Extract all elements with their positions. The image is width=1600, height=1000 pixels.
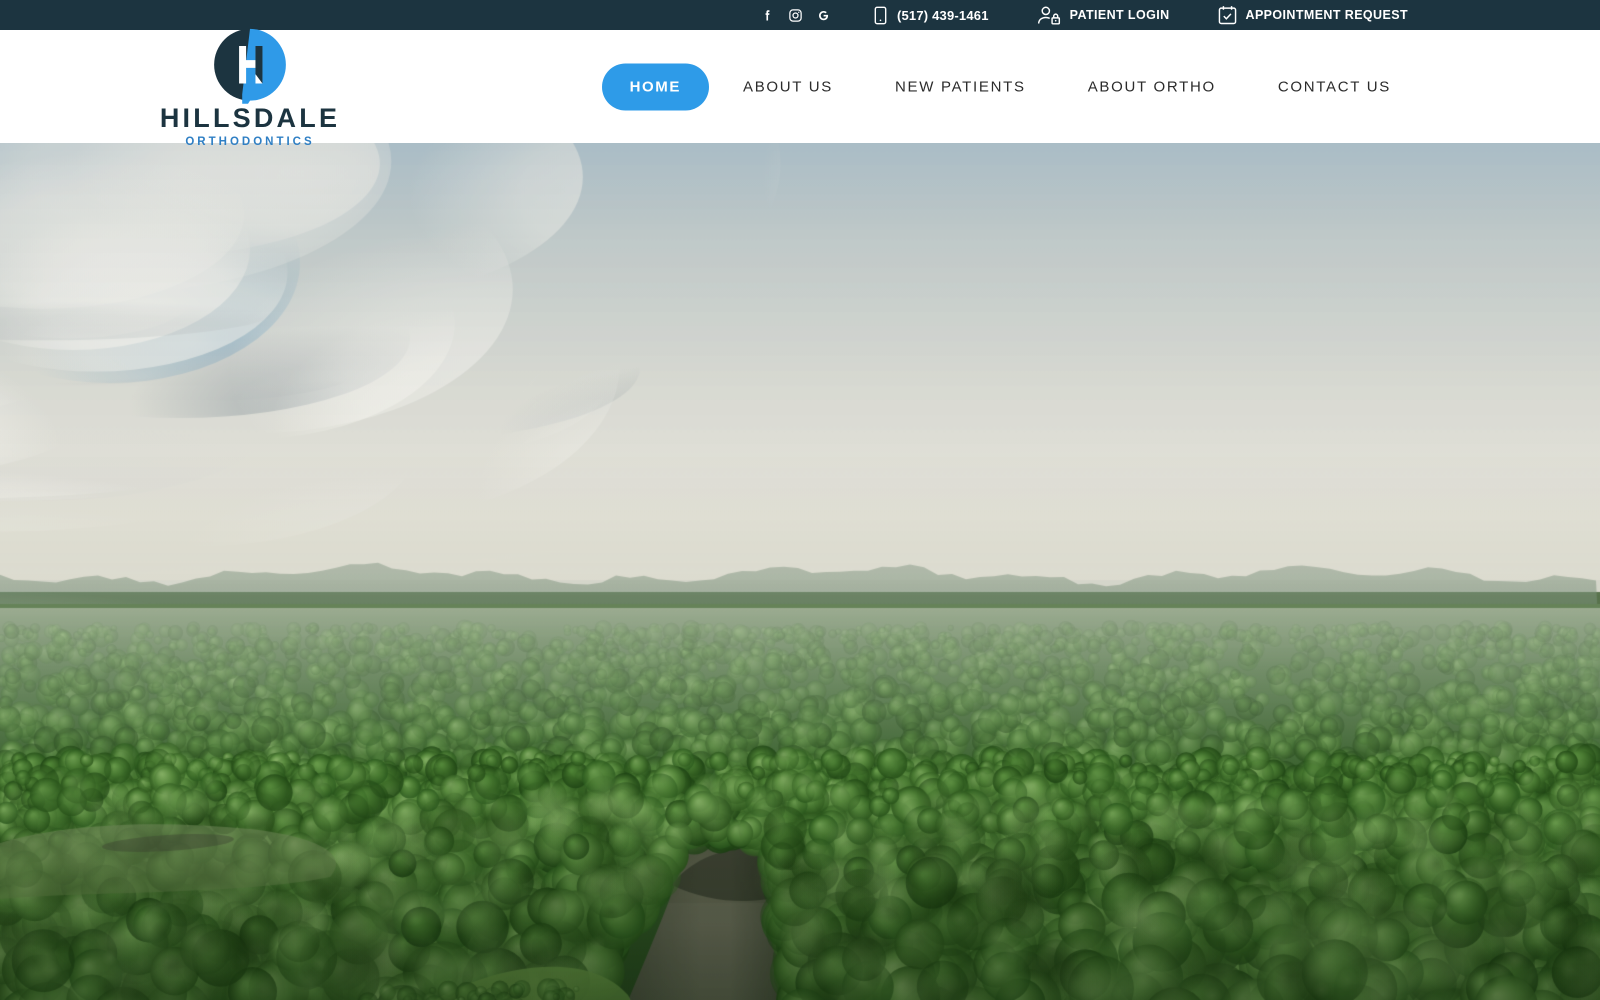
site-header: HILLSDALE ORTHODONTICS HOME ABOUT US NEW… <box>0 28 1600 147</box>
nav-item-home[interactable]: HOME <box>601 63 709 110</box>
nav-item-new-patients[interactable]: NEW PATIENTS <box>864 79 1057 94</box>
appointment-request-link[interactable]: APPOINTMENT REQUEST <box>1218 5 1408 25</box>
nav-item-contact-us[interactable]: CONTACT US <box>1247 79 1422 94</box>
site-logo[interactable]: HILLSDALE ORTHODONTICS <box>160 25 337 148</box>
patient-login-link[interactable]: PATIENT LOGIN <box>1037 6 1170 25</box>
calendar-check-icon <box>1218 5 1237 25</box>
aerial-landscape-hero <box>0 143 1600 1000</box>
logo-wordmark: HILLSDALE <box>159 102 341 133</box>
mobile-phone-icon <box>873 6 888 25</box>
hillsdale-h-circle-mark <box>214 28 286 104</box>
social-links <box>760 8 831 23</box>
hero-banner <box>0 143 1600 1000</box>
main-navigation: HOME ABOUT US NEW PATIENTS ABOUT ORTHO C… <box>601 63 1422 110</box>
page-root: (517) 439-1461 PATIENT LOGIN APPOINTMENT… <box>0 0 1600 1000</box>
instagram-icon[interactable] <box>788 8 803 23</box>
google-icon[interactable] <box>816 8 831 23</box>
user-lock-icon <box>1037 6 1061 25</box>
phone-number: (517) 439-1461 <box>896 7 989 23</box>
patient-login-label: PATIENT LOGIN <box>1069 8 1170 22</box>
nav-item-about-ortho[interactable]: ABOUT ORTHO <box>1057 79 1247 94</box>
phone-link[interactable]: (517) 439-1461 <box>873 6 989 25</box>
appointment-request-label: APPOINTMENT REQUEST <box>1245 8 1408 22</box>
nav-item-about-us[interactable]: ABOUT US <box>712 79 864 94</box>
facebook-icon[interactable] <box>760 8 775 23</box>
logo-tagline: ORTHODONTICS <box>185 135 315 148</box>
